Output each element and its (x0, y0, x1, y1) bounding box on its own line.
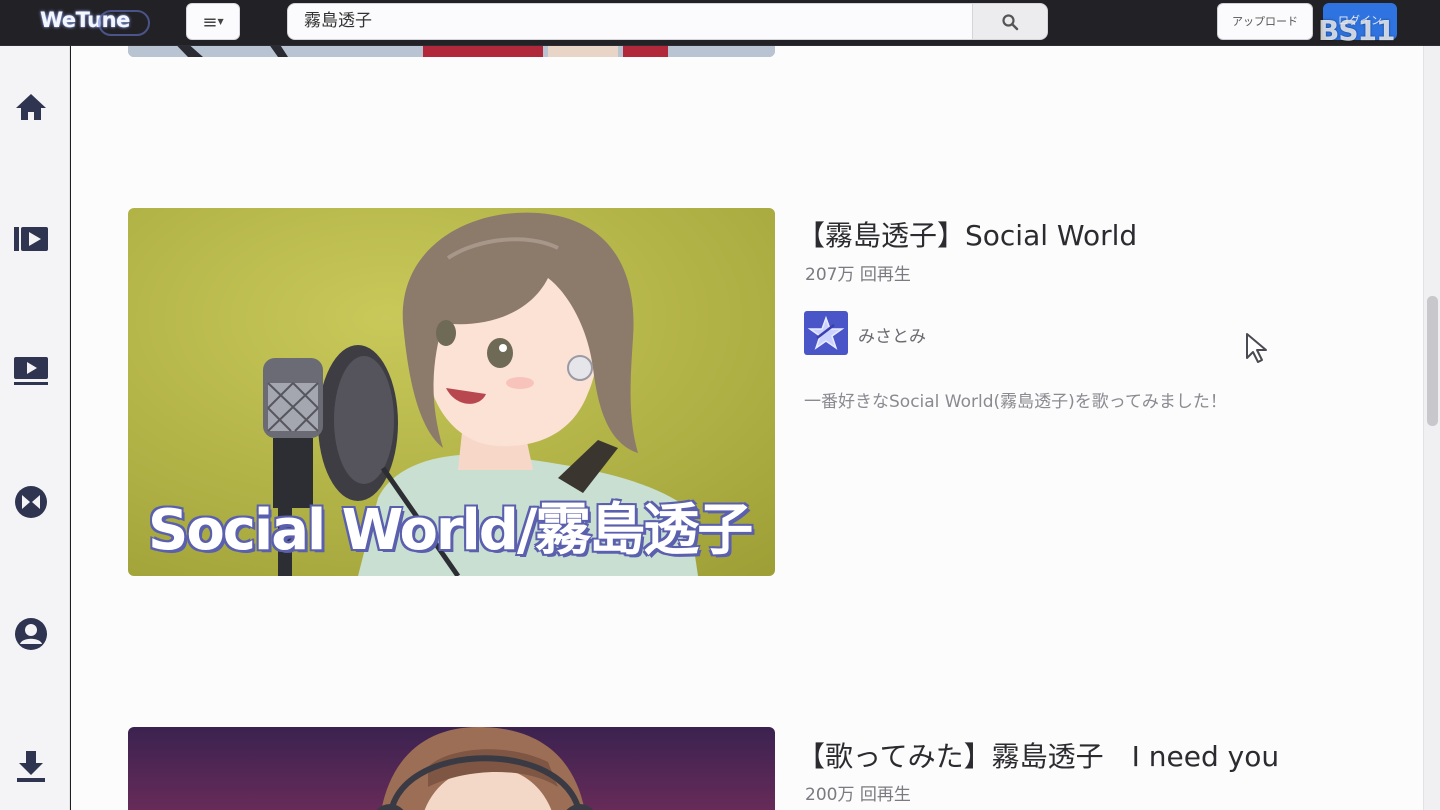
search-button[interactable] (972, 3, 1048, 40)
video-icon[interactable] (13, 352, 49, 388)
account-icon[interactable] (13, 616, 49, 652)
video-thumbnail[interactable] (128, 727, 775, 810)
view-count: 207万 回再生 (805, 265, 911, 285)
view-count: 200万 回再生 (805, 785, 911, 805)
scrollbar[interactable] (1423, 46, 1440, 810)
broadcast-watermark: BS11 (1318, 14, 1395, 47)
scrollbar-thumb[interactable] (1427, 296, 1438, 426)
download-icon[interactable] (13, 748, 49, 784)
search-value: 霧島透子 (304, 11, 372, 31)
thumbnail-caption: Social World/霧島透子 (147, 497, 754, 564)
video-title[interactable]: 【歌ってみた】霧島透子 I need you (797, 735, 1279, 775)
search-results: Social World/霧島透子 【霧島透子】Social World 207… (71, 46, 1423, 810)
channel-name[interactable]: みさとみ (858, 322, 926, 347)
menu-icon: ≡ (202, 12, 218, 33)
star-icon (807, 315, 845, 350)
logo-ring (98, 10, 150, 36)
search-icon (1002, 14, 1019, 31)
previous-video-thumbnail[interactable] (128, 46, 775, 57)
playlist-icon[interactable] (13, 221, 49, 257)
video-thumbnail[interactable]: Social World/霧島透子 (128, 208, 775, 576)
menu-button[interactable]: ≡▼ (186, 3, 240, 40)
channel-avatar[interactable] (804, 311, 848, 355)
bowtie-icon[interactable] (13, 484, 49, 520)
video-title[interactable]: 【霧島透子】Social World (797, 214, 1137, 254)
top-bar: WeTune ≡▼ 霧島透子 アップロード ログイン (0, 0, 1440, 46)
cursor-icon (1246, 333, 1267, 363)
thumbnail-artwork (128, 727, 775, 810)
upload-button[interactable]: アップロード (1217, 3, 1313, 40)
caret-down-icon: ▼ (217, 17, 224, 26)
sidebar (0, 46, 70, 810)
video-description: 一番好きなSocial World(霧島透子)を歌ってみました！ (804, 392, 1227, 412)
home-icon[interactable] (13, 89, 49, 125)
search-input[interactable]: 霧島透子 (287, 3, 973, 40)
logo[interactable]: WeTune (40, 8, 150, 38)
